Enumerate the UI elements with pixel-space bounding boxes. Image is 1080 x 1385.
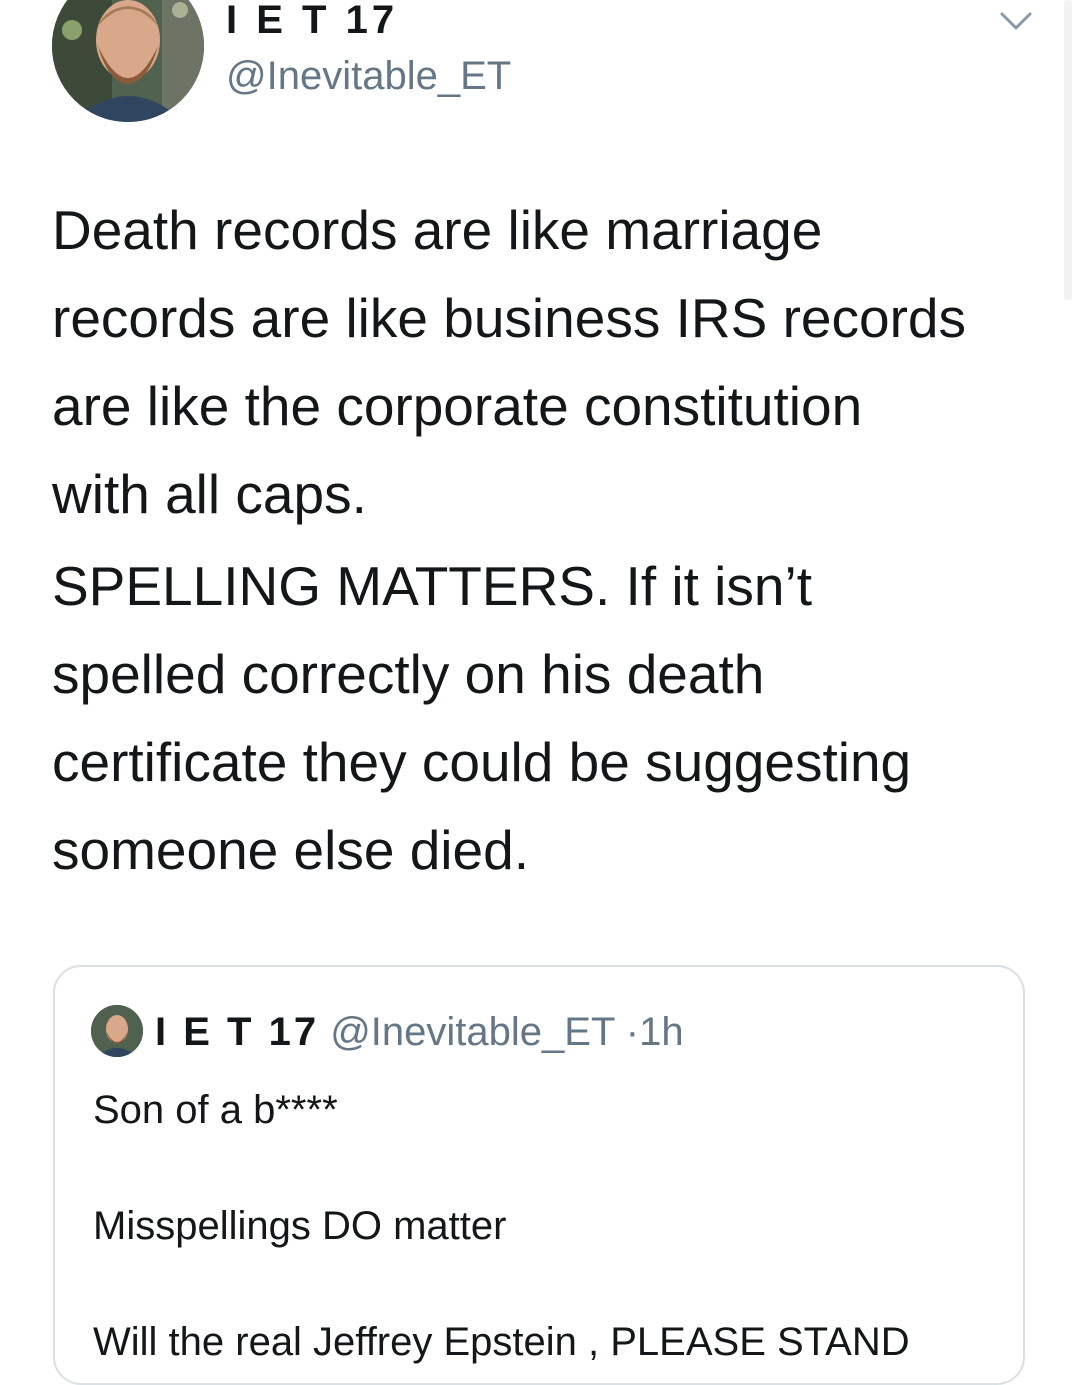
quoted-header: I E T 17 @Inevitable_ET ·1h xyxy=(155,1007,684,1057)
tweet-paragraph: Death records are like marriage records … xyxy=(52,199,966,525)
quoted-line: Will the real Jeffrey Epstein , PLEASE S… xyxy=(93,1320,910,1364)
quoted-timestamp: 1h xyxy=(639,1010,684,1054)
avatar-photo xyxy=(52,0,204,122)
quoted-line: Misspellings DO matter xyxy=(93,1204,507,1248)
scrollbar[interactable] xyxy=(1064,0,1072,300)
quoted-handle: @Inevitable_ET xyxy=(330,1010,615,1054)
tweet-text: Death records are like marriage records … xyxy=(52,186,1042,894)
quoted-avatar xyxy=(91,1005,143,1057)
display-name[interactable]: I E T 17 xyxy=(226,0,398,44)
quoted-separator: · xyxy=(625,1010,640,1054)
user-handle[interactable]: @Inevitable_ET xyxy=(226,52,511,100)
quoted-text: Son of a b**** Misspellings DO matter Wi… xyxy=(93,1083,993,1369)
profile-avatar[interactable] xyxy=(52,0,204,122)
quoted-display-name: I E T 17 xyxy=(155,1010,320,1054)
tweet: I E T 17 @Inevitable_ET Death records ar… xyxy=(0,0,1080,1385)
tweet-paragraph: SPELLING MATTERS. If it isn’t spelled co… xyxy=(52,555,912,881)
quoted-line: Son of a b**** xyxy=(93,1088,338,1132)
chevron-down-icon[interactable] xyxy=(996,4,1036,38)
quoted-tweet-card[interactable]: I E T 17 @Inevitable_ET ·1h Son of a b**… xyxy=(53,965,1025,1385)
